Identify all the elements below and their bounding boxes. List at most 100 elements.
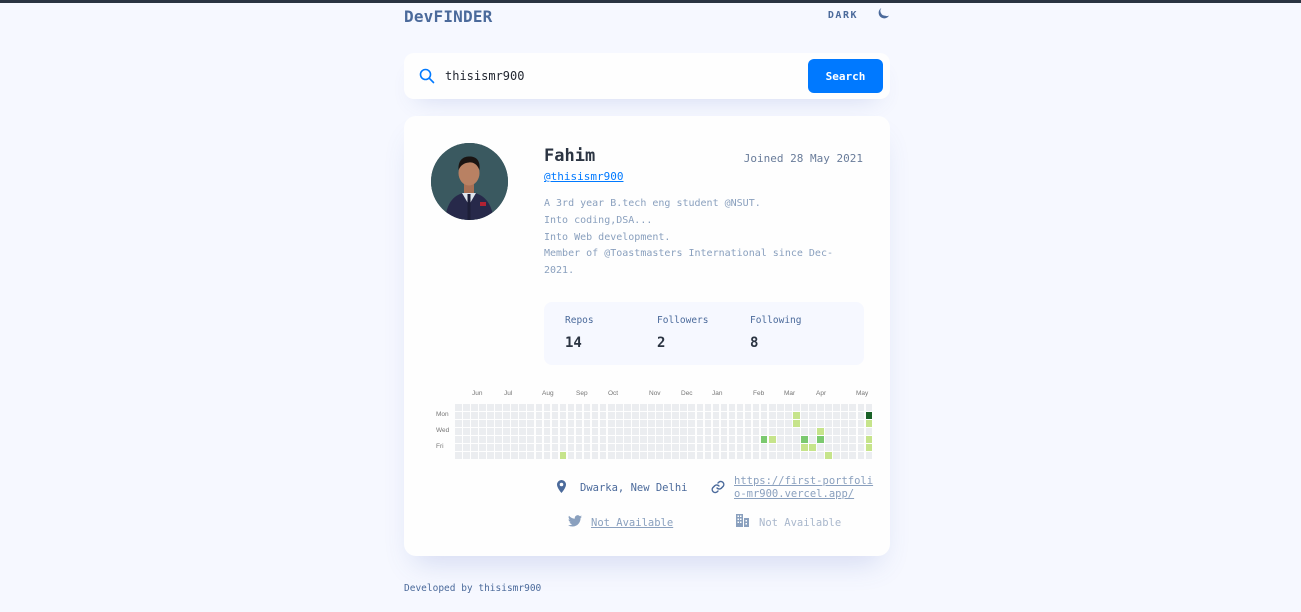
contribution-cell: [841, 428, 848, 435]
contribution-cell: [656, 404, 663, 411]
contribution-cell: [817, 436, 824, 443]
avatar: [431, 143, 508, 220]
contribution-cell: [768, 436, 776, 443]
contribution-cell: [817, 444, 824, 451]
contribution-cell: [696, 436, 704, 443]
contribution-cell: [712, 412, 720, 419]
contribution-cell: [728, 444, 736, 451]
contribution-cell: [463, 428, 470, 435]
contribution-cell: [793, 412, 800, 419]
contribution-cell: [720, 436, 728, 443]
contribution-cell: [712, 452, 720, 459]
bio-line: A 3rd year B.tech eng student @NSUT.: [544, 198, 761, 209]
contribution-calendar: Jun Jul Aug Sep Oct Nov Dec Jan Feb Mar Apr May Mon W…: [434, 388, 879, 463]
contribution-cell: [849, 428, 857, 435]
contribution-cell: [696, 428, 704, 435]
contribution-cell: [801, 436, 808, 443]
contribution-cell: [616, 412, 623, 419]
contribution-cell: [777, 428, 784, 435]
contribution-cell: [567, 444, 575, 451]
contribution-cell: [688, 412, 696, 419]
contribution-cell: [744, 404, 752, 411]
stat-followers-label: Followers: [657, 315, 709, 326]
contribution-cell: [704, 428, 712, 435]
contribution-cell: [648, 412, 655, 419]
contribution-cell: [559, 412, 567, 419]
contribution-cell: [543, 404, 551, 411]
contribution-cell: [736, 452, 744, 459]
contribution-cell: [503, 420, 510, 427]
contribution-cell: [575, 404, 583, 411]
contribution-cell: [793, 428, 800, 435]
contribution-cell: [865, 420, 873, 427]
stats-panel: Repos 14 Followers 2 Following 8: [544, 302, 864, 365]
contribution-cell: [583, 420, 591, 427]
contribution-cell: [736, 444, 744, 451]
theme-toggle-label: DARK: [827, 9, 858, 21]
contribution-cell: [640, 428, 647, 435]
contribution-cell: [817, 420, 824, 427]
contribution-cell: [567, 412, 575, 419]
search-button[interactable]: Search: [808, 59, 883, 93]
stat-following-value: 8: [750, 335, 759, 351]
contribution-cell: [720, 420, 728, 427]
bio-line: Member of @Toastmasters International si…: [544, 248, 833, 260]
header: DevFINDER DARK: [404, 7, 890, 29]
profile-login-link[interactable]: @thisismr900: [544, 170, 623, 183]
contribution-cell: [744, 444, 752, 451]
contribution-cell: [607, 420, 615, 427]
calendar-month-label: Dec: [681, 390, 693, 397]
contribution-cell: [760, 420, 768, 427]
contribution-cell: [559, 436, 567, 443]
contribution-cell: [583, 444, 591, 451]
contribution-cell: [680, 412, 687, 419]
contribution-cell: [648, 428, 655, 435]
contribution-cell: [463, 436, 470, 443]
contribution-cell: [471, 404, 478, 411]
contribution-cell: [503, 452, 510, 459]
contribution-cell: [551, 404, 559, 411]
contribution-cell: [857, 444, 865, 451]
contribution-cell: [463, 444, 470, 451]
contribution-cell: [535, 436, 543, 443]
contribution-cell: [559, 428, 567, 435]
contribution-cell: [777, 436, 784, 443]
contribution-cell: [777, 404, 784, 411]
bio-line: 2021.: [544, 265, 575, 277]
contribution-cell: [785, 420, 792, 427]
contribution-cell: [519, 444, 526, 451]
contribution-cell: [672, 412, 679, 419]
contribution-cell: [543, 452, 551, 459]
contribution-cell: [511, 452, 518, 459]
contribution-cell: [511, 444, 518, 451]
contribution-cell: [543, 444, 551, 451]
website-link[interactable]: https://first-portfoli o-mr900.vercel.ap…: [734, 475, 873, 501]
theme-toggle-button[interactable]: DARK: [828, 7, 890, 21]
contribution-cell: [664, 436, 671, 443]
twitter-link[interactable]: Not Available: [591, 517, 673, 530]
contribution-cell: [535, 404, 543, 411]
contribution-cell: [720, 444, 728, 451]
contribution-cell: [479, 412, 486, 419]
contribution-cell: [664, 444, 671, 451]
contribution-cell: [680, 404, 687, 411]
contribution-cell: [551, 444, 559, 451]
contribution-cell: [793, 452, 800, 459]
website-link-line: https://first-portfoli: [734, 475, 874, 487]
contribution-cell: [487, 444, 494, 451]
contribution-cell: [760, 412, 768, 419]
contribution-cell: [793, 420, 800, 427]
contribution-cell: [487, 420, 494, 427]
contribution-cell: [833, 436, 840, 443]
calendar-month-label: Apr: [816, 390, 827, 397]
contribution-cell: [777, 412, 784, 419]
contribution-cell: [777, 444, 784, 451]
contribution-cell: [583, 436, 591, 443]
search-input[interactable]: [445, 65, 795, 87]
contribution-cell: [768, 420, 776, 427]
contribution-cell: [463, 412, 470, 419]
contribution-cell: [479, 420, 486, 427]
contribution-cell: [849, 452, 857, 459]
contribution-cell: [640, 404, 647, 411]
contribution-cell: [616, 428, 623, 435]
